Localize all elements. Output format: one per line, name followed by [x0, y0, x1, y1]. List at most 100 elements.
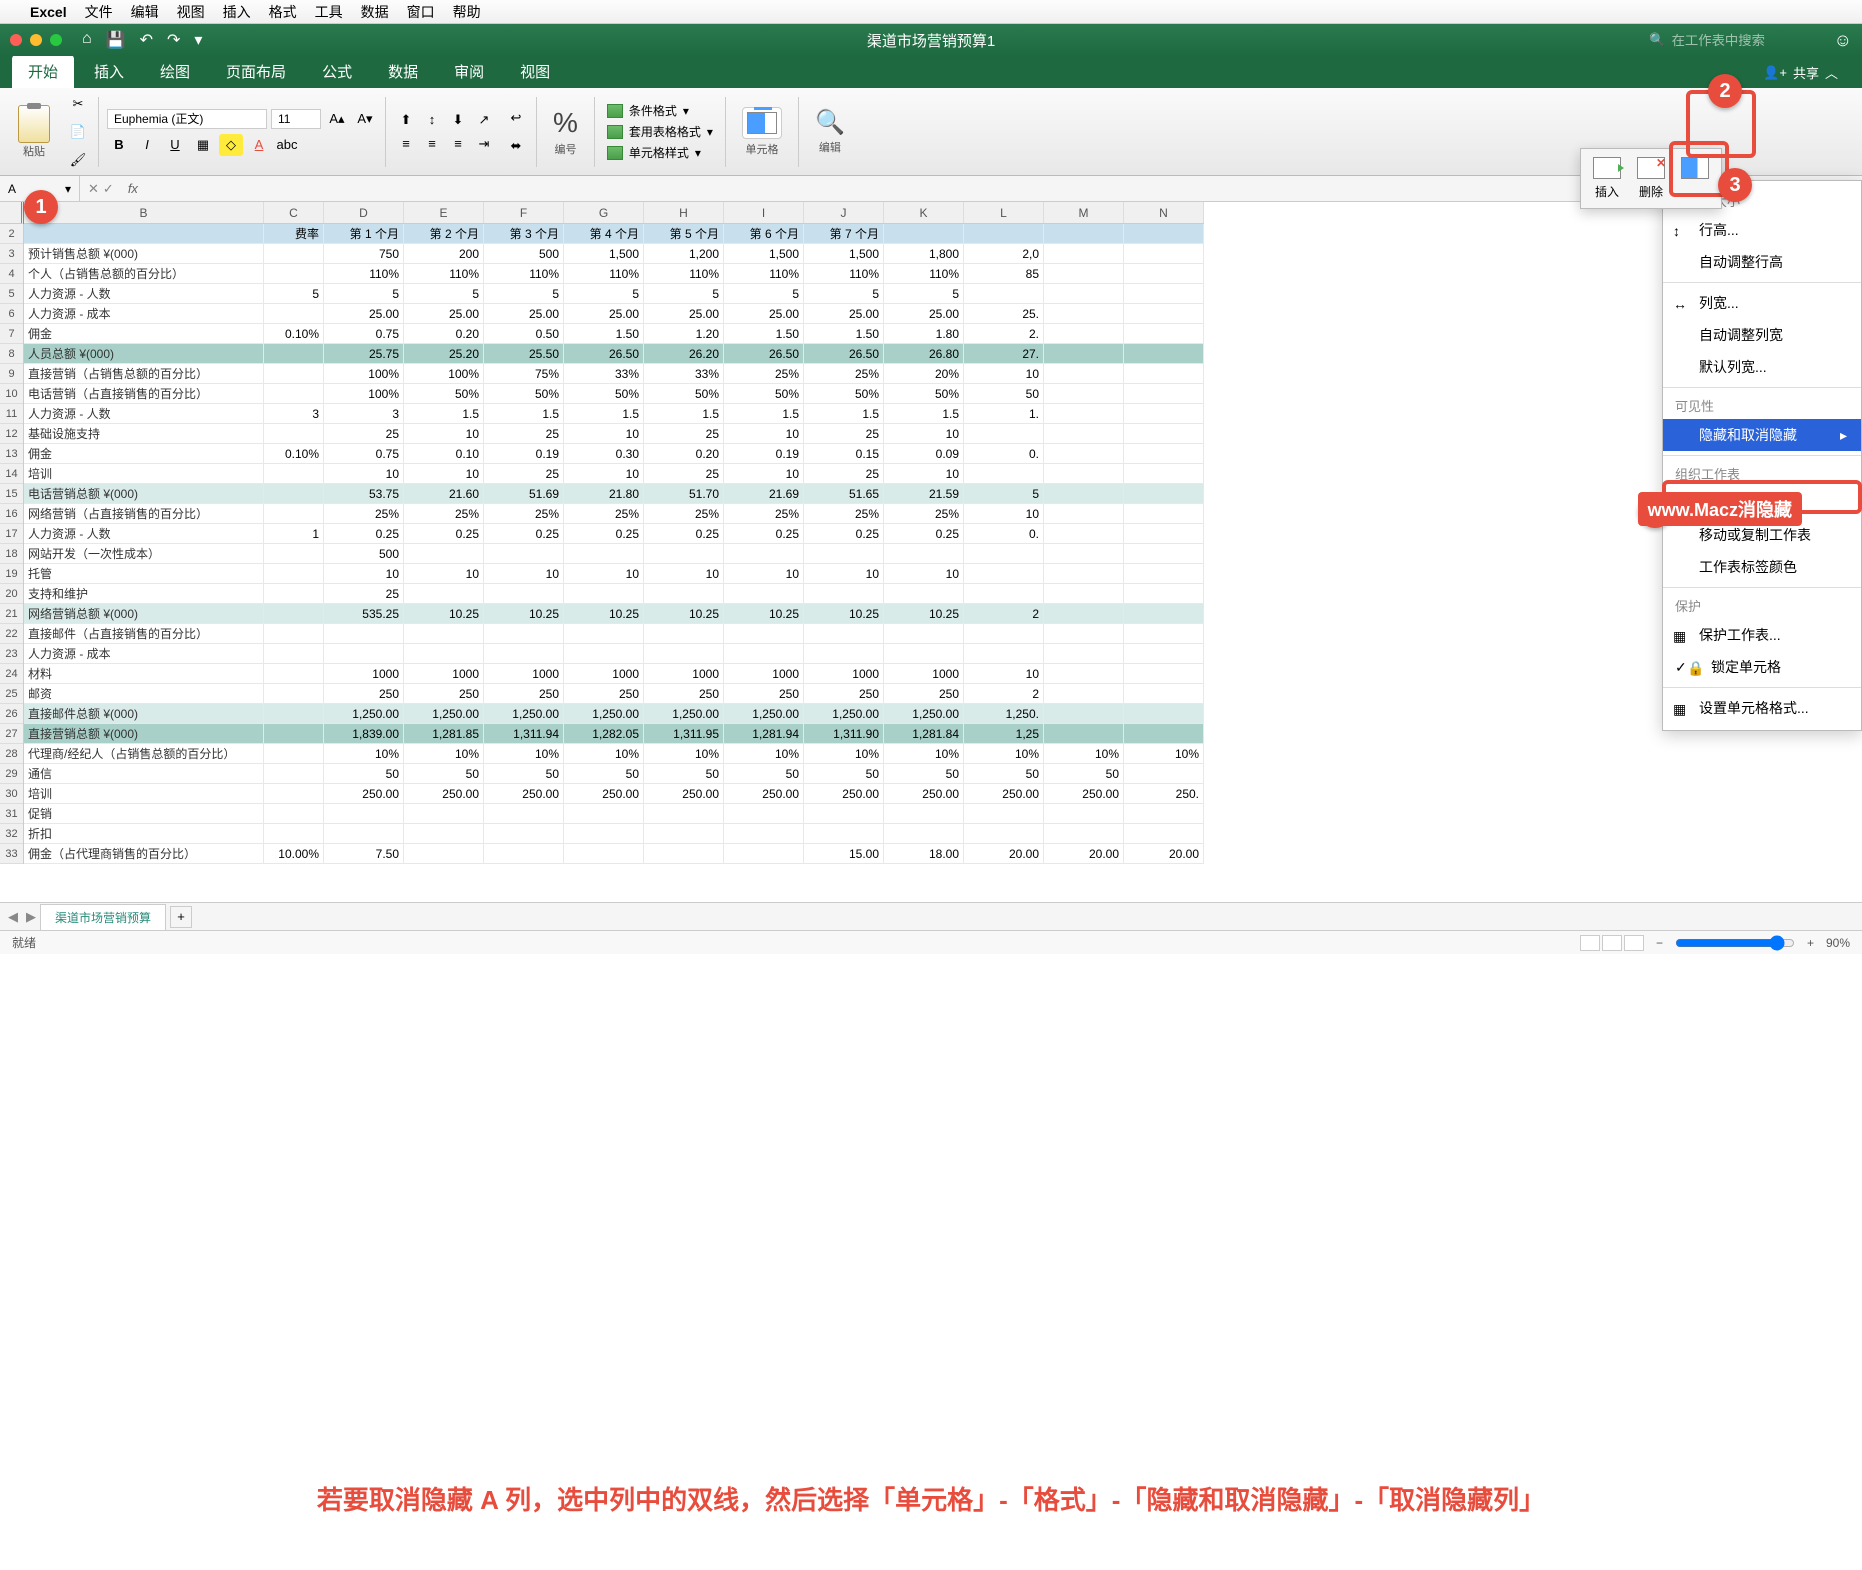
cell[interactable] [804, 824, 884, 843]
cell[interactable] [1124, 384, 1204, 403]
cell[interactable] [264, 364, 324, 383]
cell[interactable] [1124, 564, 1204, 583]
cell[interactable]: 5 [564, 284, 644, 303]
cell[interactable]: 1,250.00 [484, 704, 564, 723]
cell[interactable] [324, 824, 404, 843]
indent-icon[interactable]: ⇥ [472, 133, 496, 155]
cell[interactable]: 110% [804, 264, 884, 283]
cell[interactable]: 5 [964, 484, 1044, 503]
cell[interactable] [1044, 244, 1124, 263]
cell[interactable]: 直接营销（占销售总额的百分比） [24, 364, 264, 383]
cell[interactable]: 3 [264, 404, 324, 423]
cell[interactable]: 2 [964, 604, 1044, 623]
user-icon[interactable]: ☺ [1834, 30, 1852, 51]
row-header-12[interactable]: 12 [0, 424, 23, 444]
cell[interactable]: 1,250.00 [324, 704, 404, 723]
cell[interactable]: 0.10% [264, 444, 324, 463]
cell[interactable]: 1000 [324, 664, 404, 683]
cell[interactable]: 10 [724, 424, 804, 443]
menu-insert[interactable]: 插入 [223, 2, 251, 22]
cell[interactable]: 250.00 [724, 784, 804, 803]
cell[interactable]: 电话营销总额 ¥(000) [24, 484, 264, 503]
font-color-button[interactable]: A [247, 134, 271, 156]
cell[interactable] [1044, 424, 1124, 443]
menu-view[interactable]: 视图 [177, 2, 205, 22]
cell[interactable]: 邮资 [24, 684, 264, 703]
cell[interactable]: 1000 [644, 664, 724, 683]
cell[interactable]: 25.00 [724, 304, 804, 323]
cell[interactable]: 0.25 [564, 524, 644, 543]
cell[interactable] [644, 584, 724, 603]
cell[interactable]: 0.15 [804, 444, 884, 463]
cell[interactable] [404, 824, 484, 843]
cell[interactable]: 1000 [564, 664, 644, 683]
row-header-25[interactable]: 25 [0, 684, 23, 704]
cell[interactable]: 10 [484, 564, 564, 583]
cell[interactable]: 50 [964, 384, 1044, 403]
cell[interactable] [1124, 464, 1204, 483]
cell[interactable]: 51.70 [644, 484, 724, 503]
cell[interactable]: 1000 [484, 664, 564, 683]
cell[interactable]: 0.75 [324, 324, 404, 343]
cell[interactable]: 20.00 [1124, 844, 1204, 863]
cell[interactable]: 100% [324, 384, 404, 403]
row-header-18[interactable]: 18 [0, 544, 23, 564]
cell[interactable]: 535.25 [324, 604, 404, 623]
cell[interactable] [1124, 684, 1204, 703]
cell[interactable] [1044, 824, 1124, 843]
cell[interactable] [264, 724, 324, 743]
row-header-4[interactable]: 4 [0, 264, 23, 284]
cell[interactable]: 预计销售总额 ¥(000) [24, 244, 264, 263]
cell[interactable]: 1. [964, 404, 1044, 423]
cell[interactable]: 1,250.00 [404, 704, 484, 723]
cell[interactable]: 1.5 [404, 404, 484, 423]
row-header-28[interactable]: 28 [0, 744, 23, 764]
cell[interactable] [1124, 344, 1204, 363]
cell[interactable]: 100% [404, 364, 484, 383]
cell[interactable] [404, 624, 484, 643]
cell[interactable] [264, 264, 324, 283]
cell[interactable]: 250.00 [1044, 784, 1124, 803]
cell[interactable]: 网络营销（占直接销售的百分比） [24, 504, 264, 523]
cell[interactable]: 250.00 [484, 784, 564, 803]
cell[interactable]: 1.50 [804, 324, 884, 343]
search-input[interactable] [1672, 33, 1822, 48]
cell[interactable]: 培训 [24, 784, 264, 803]
cell[interactable]: 25.00 [324, 304, 404, 323]
cell[interactable] [484, 644, 564, 663]
cell[interactable]: 110% [324, 264, 404, 283]
cell[interactable] [564, 844, 644, 863]
row-header-24[interactable]: 24 [0, 664, 23, 684]
cell[interactable]: 1.5 [644, 404, 724, 423]
cell[interactable] [1124, 824, 1204, 843]
cell[interactable]: 0.25 [404, 524, 484, 543]
next-sheet-icon[interactable]: ▶ [26, 909, 36, 925]
cell[interactable] [1044, 584, 1124, 603]
cell[interactable]: 50% [404, 384, 484, 403]
insert-cells-button[interactable]: 插入 [1593, 157, 1621, 200]
cell[interactable] [1044, 464, 1124, 483]
menu-edit[interactable]: 编辑 [131, 2, 159, 22]
home-icon[interactable]: ⌂ [82, 30, 92, 50]
cell[interactable]: 1,250.00 [884, 704, 964, 723]
cell[interactable]: 25% [724, 364, 804, 383]
cell[interactable]: 25.75 [324, 344, 404, 363]
cell[interactable]: 10% [484, 744, 564, 763]
cell[interactable]: 10 [884, 464, 964, 483]
cell[interactable]: 51.65 [804, 484, 884, 503]
menu-tools[interactable]: 工具 [315, 2, 343, 22]
cell[interactable]: 2,0 [964, 244, 1044, 263]
page-break-view-icon[interactable] [1624, 935, 1644, 951]
cell[interactable] [1044, 564, 1124, 583]
cell[interactable] [884, 584, 964, 603]
cell[interactable]: 0.50 [484, 324, 564, 343]
cell[interactable]: 110% [884, 264, 964, 283]
cell[interactable] [1044, 304, 1124, 323]
cell[interactable] [964, 284, 1044, 303]
cell[interactable]: 50 [1044, 764, 1124, 783]
cell[interactable] [884, 824, 964, 843]
cell[interactable] [724, 804, 804, 823]
cell[interactable] [1124, 584, 1204, 603]
conditional-format-button[interactable]: 条件格式 ▾ [603, 101, 717, 120]
cell[interactable] [484, 624, 564, 643]
